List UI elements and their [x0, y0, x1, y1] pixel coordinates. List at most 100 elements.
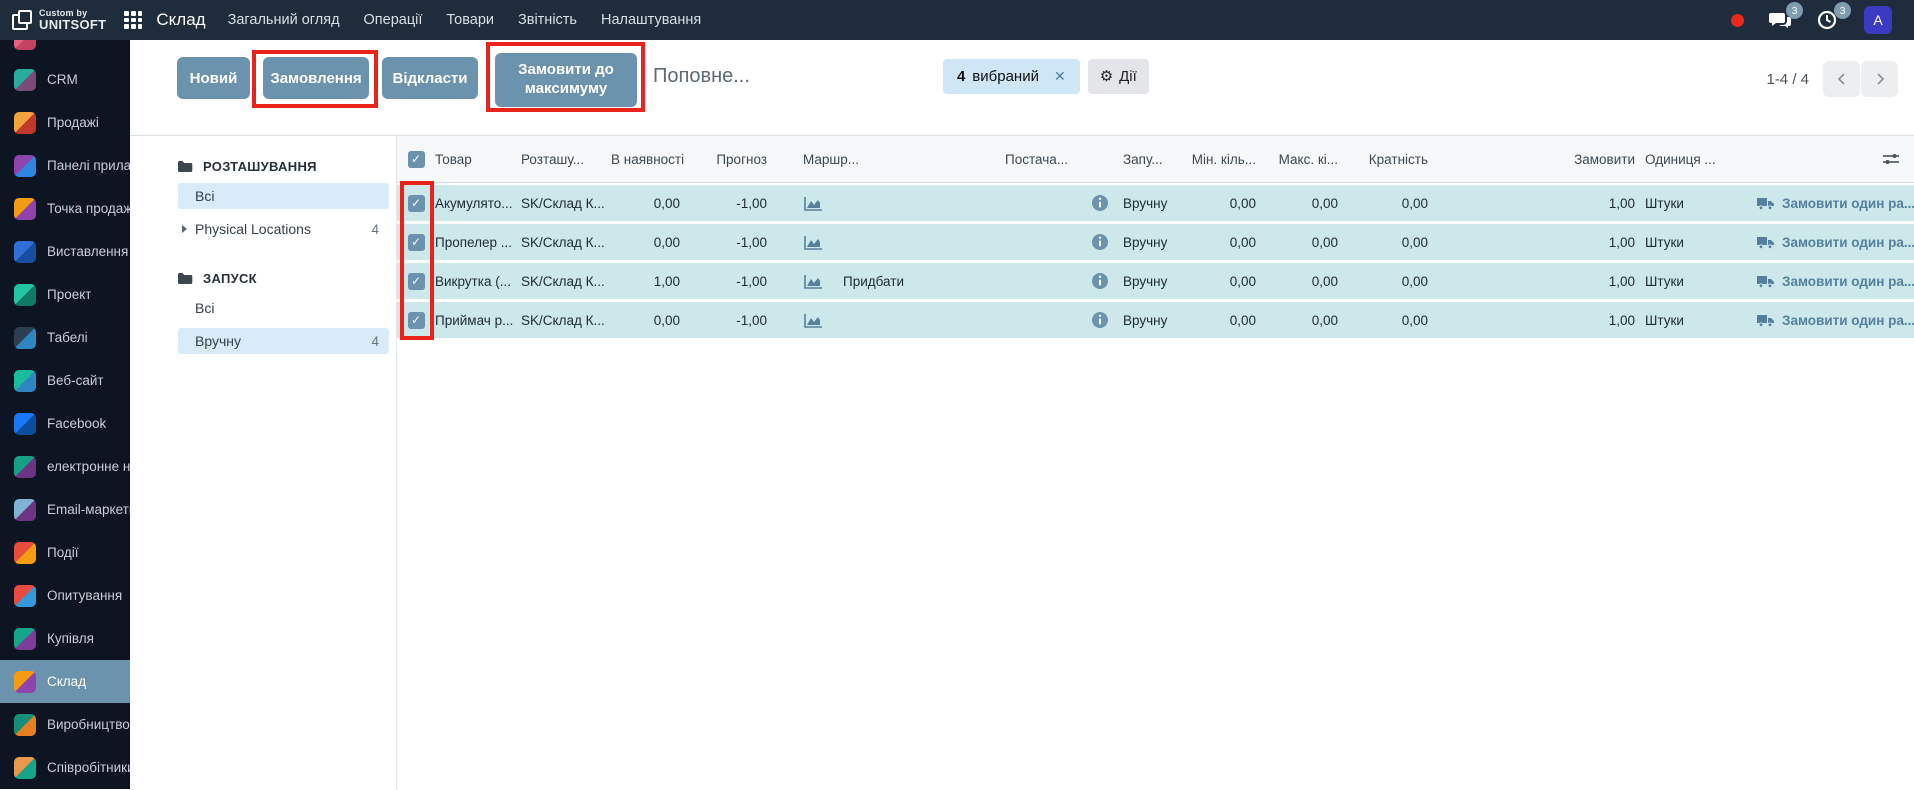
sidebar-item[interactable]: Події	[0, 531, 130, 574]
filter-item[interactable]: Вручну4	[178, 328, 389, 354]
order-once-label: Замовити один ра...	[1782, 313, 1914, 328]
column-header-route[interactable]: Маршр...	[783, 152, 993, 167]
select-all-cell[interactable]: ✓	[397, 151, 435, 168]
row-checkbox[interactable]: ✓	[397, 312, 435, 329]
project-app-icon	[14, 284, 36, 306]
cell-multiple: 0,00	[1342, 313, 1432, 328]
sidebar-item[interactable]: Панелі приладів	[0, 144, 130, 187]
cell-location: SK/Склад К...	[521, 196, 611, 211]
employees-app-icon	[14, 757, 36, 779]
order-to-maximum-button[interactable]: Замовити до максимуму	[495, 53, 637, 107]
filter-section-header[interactable]: ЗАПУСК	[130, 268, 396, 288]
column-header-product[interactable]: Товар	[435, 152, 521, 167]
messages-icon[interactable]: 3	[1768, 9, 1792, 31]
activities-clock-icon[interactable]: 3	[1816, 9, 1840, 31]
column-header-trigger[interactable]: Запу...	[1113, 152, 1190, 167]
cell-to_order: 1,00	[1432, 235, 1637, 250]
column-header-location[interactable]: Розташу...	[521, 152, 611, 167]
sidebar-item-label: Події	[47, 545, 79, 560]
filter-item-count: 4	[371, 334, 379, 349]
sidebar-item[interactable]: Виробництво	[0, 703, 130, 746]
messages-badge: 3	[1786, 2, 1803, 19]
row-checkbox[interactable]: ✓	[397, 273, 435, 290]
area-chart-icon[interactable]	[803, 235, 823, 250]
current-app-name[interactable]: Склад	[156, 10, 205, 30]
pager-prev-button[interactable]	[1823, 61, 1860, 97]
sidebar-item[interactable]: Веб-сайт	[0, 359, 130, 402]
nav-menu-item[interactable]: Звітність	[518, 12, 577, 28]
column-header-uom[interactable]: Одиниця ...	[1637, 152, 1723, 167]
column-header-multiple[interactable]: Кратність	[1342, 152, 1432, 167]
sidebar-item[interactable]: Табелі	[0, 316, 130, 359]
timesheets-app-icon	[14, 327, 36, 349]
column-header-min_qty[interactable]: Мін. кіль...	[1190, 152, 1260, 167]
sidebar-item[interactable]: Продажі	[0, 101, 130, 144]
clear-selection-icon[interactable]: ✕	[1054, 68, 1066, 85]
column-header-to_order[interactable]: Замовити	[1432, 152, 1637, 167]
info-icon[interactable]	[1091, 272, 1109, 290]
nav-menu-item[interactable]: Загальний огляд	[228, 12, 340, 28]
user-avatar[interactable]: A	[1864, 6, 1892, 34]
sidebar-item[interactable]: Проект	[0, 273, 130, 316]
info-icon[interactable]	[1091, 311, 1109, 329]
selected-records-chip[interactable]: 4 вибраний ✕	[943, 59, 1080, 94]
info-icon[interactable]	[1091, 194, 1109, 212]
filter-item[interactable]: Всі	[178, 183, 389, 209]
sidebar-item[interactable]: Точка продажу	[0, 187, 130, 230]
filter-section: РОЗТАШУВАННЯ Всі Physical Locations4	[130, 156, 396, 242]
area-chart-icon	[803, 196, 823, 211]
surveys-app-icon	[14, 585, 36, 607]
actions-button[interactable]: ⚙ Дії	[1088, 59, 1149, 94]
apps-menu-icon[interactable]	[124, 11, 142, 29]
breadcrumb-title[interactable]: Поповне...	[653, 65, 750, 88]
nav-menu-item[interactable]: Товари	[446, 12, 494, 28]
area-chart-icon[interactable]	[803, 274, 823, 289]
column-header-on_hand[interactable]: В наявності	[611, 152, 688, 167]
column-header-forecast[interactable]: Прогноз	[688, 152, 783, 167]
cell-min_qty: 0,00	[1190, 235, 1260, 250]
snooze-button[interactable]: Відкласти	[382, 57, 478, 99]
filter-section: ЗАПУСК Всі Вручну4	[130, 268, 396, 354]
filter-item[interactable]: Physical Locations4	[178, 216, 389, 242]
order-once-label: Замовити один ра...	[1782, 274, 1914, 289]
new-button[interactable]: Новий	[177, 57, 250, 99]
checkbox-icon: ✓	[408, 234, 425, 251]
filter-item-label: Physical Locations	[195, 221, 311, 237]
table-row: ✓Викрутка (...SK/Склад К...1,00-1,00Прид…	[397, 263, 1914, 299]
pager-next-button[interactable]	[1861, 61, 1898, 97]
order-button[interactable]: Замовлення	[263, 57, 369, 99]
row-checkbox[interactable]: ✓	[397, 234, 435, 251]
nav-menu-item[interactable]: Операції	[364, 12, 423, 28]
column-header-max_qty[interactable]: Макс. кі...	[1260, 152, 1342, 167]
sidebar-item[interactable]: Купівля	[0, 617, 130, 660]
cell-product[interactable]: Акумулято...	[435, 196, 521, 211]
sidebar-item[interactable]: Опитування	[0, 574, 130, 617]
order-once-link[interactable]: Замовити один ра...	[1723, 235, 1914, 250]
sidebar-item[interactable]: Виставлення ра...	[0, 230, 130, 273]
sidebar-item[interactable]: CRM	[0, 58, 130, 101]
area-chart-icon[interactable]	[803, 196, 823, 211]
order-once-link[interactable]: Замовити один ра...	[1723, 196, 1914, 211]
filter-item[interactable]: Всі	[178, 295, 389, 321]
company-logo[interactable]: Custom by UNITSOFT	[0, 9, 120, 31]
info-icon[interactable]	[1091, 233, 1109, 251]
truck-icon	[1757, 314, 1774, 327]
cell-product[interactable]: Викрутка (...	[435, 274, 521, 289]
table-settings-cell[interactable]	[1723, 152, 1914, 166]
cell-product[interactable]: Пропелер ...	[435, 235, 521, 250]
area-chart-icon[interactable]	[803, 313, 823, 328]
column-header-vendor[interactable]: Постача...	[993, 152, 1113, 167]
cell-max_qty: 0,00	[1260, 274, 1342, 289]
sidebar-item[interactable]: електронне на...	[0, 445, 130, 488]
sidebar-item[interactable]: Facebook	[0, 402, 130, 445]
unitsoft-logo-icon	[12, 10, 32, 30]
nav-menu-item[interactable]: Налаштування	[601, 12, 701, 28]
sidebar-item[interactable]: Співробітники	[0, 746, 130, 789]
filter-section-header[interactable]: РОЗТАШУВАННЯ	[130, 156, 396, 176]
order-once-link[interactable]: Замовити один ра...	[1723, 274, 1914, 289]
row-checkbox[interactable]: ✓	[397, 195, 435, 212]
sidebar-item[interactable]: Email-маркетинг	[0, 488, 130, 531]
order-once-link[interactable]: Замовити один ра...	[1723, 313, 1914, 328]
sidebar-item[interactable]: Склад	[0, 660, 130, 703]
cell-product[interactable]: Приймач р...	[435, 313, 521, 328]
